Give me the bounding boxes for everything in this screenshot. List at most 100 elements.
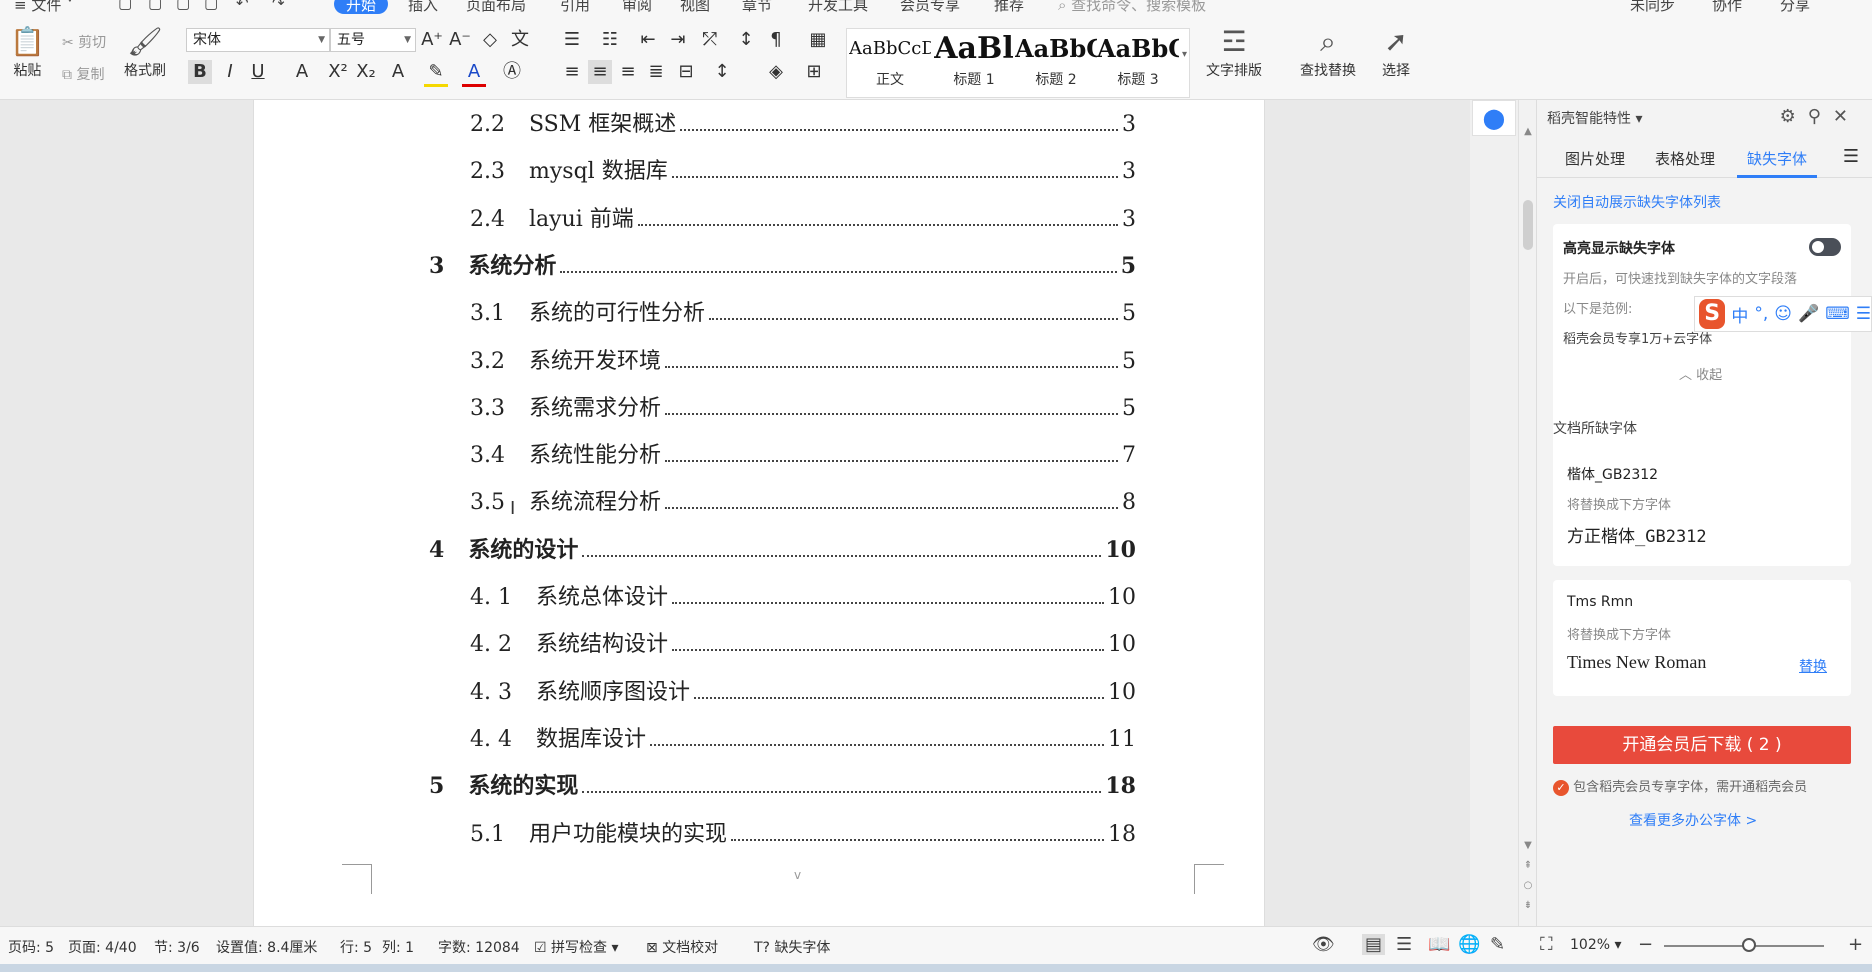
export-pdf-icon[interactable]: ▢	[148, 0, 162, 12]
grow-font-icon[interactable]: A⁺	[420, 28, 444, 52]
tab-references[interactable]: 引用	[560, 0, 590, 14]
scroll-up-icon[interactable]: ▲	[1519, 126, 1537, 137]
style-heading-1[interactable]: AaBl 标题 1	[933, 29, 1015, 89]
font-name-select[interactable]: 宋体 ▼	[186, 28, 330, 52]
bold-icon[interactable]: B	[188, 60, 212, 84]
toc-section-entry[interactable]: 5.1 用户功能模块的实现 18	[470, 816, 1136, 848]
style-normal[interactable]: AaBbCcDd 正文	[849, 29, 931, 89]
toc-section-entry[interactable]: 3.5 系统流程分析 8	[470, 484, 1136, 516]
align-right-icon[interactable]: ≡	[616, 60, 640, 84]
next-page-icon[interactable]: ⇟	[1519, 900, 1537, 911]
save-icon[interactable]: ▢	[118, 0, 132, 12]
line-spacing-icon[interactable]: ↕	[710, 60, 734, 84]
toc-section-entry[interactable]: 3.2 系统开发环境 5	[470, 343, 1136, 375]
zoom-out-icon[interactable]: −	[1638, 934, 1653, 955]
doc-proofread-button[interactable]: ⊠ 文档校对	[646, 937, 718, 957]
increase-indent-icon[interactable]: ⇥	[666, 28, 690, 52]
select-button[interactable]: ➚ 选择	[1382, 24, 1410, 80]
style-gallery-more-icon[interactable]: ▾	[1182, 49, 1187, 60]
menu-icon[interactable]: ☰	[1843, 146, 1859, 167]
font-size-select[interactable]: 五号 ▼	[330, 28, 416, 52]
download-fonts-button[interactable]: 开通会员后下载 ( 2 )	[1553, 726, 1851, 764]
tab-recommend[interactable]: 推荐	[994, 0, 1024, 14]
toc-section-entry[interactable]: 4. 3 系统顺序图设计 10	[470, 674, 1136, 706]
toc-section-entry[interactable]: 4. 1 系统总体设计 10	[470, 579, 1136, 611]
web-view-icon[interactable]: 🌐	[1458, 934, 1480, 955]
gear-icon[interactable]: ⚙	[1780, 106, 1808, 127]
ime-mode[interactable]: 中	[1731, 302, 1748, 327]
copy-button[interactable]: ⧉ 复制	[62, 64, 104, 84]
cut-button[interactable]: ✂ 剪切	[62, 32, 106, 52]
superscript-icon[interactable]: X²	[326, 60, 350, 84]
document-area[interactable]: 2.2 SSM 框架概述 3 2.3 mysql 数据库 3 2.4 layui 前端 3 3 系统…	[0, 100, 1470, 926]
skin-icon[interactable]: ☰	[1856, 304, 1871, 324]
write-view-icon[interactable]: ✎	[1490, 934, 1505, 955]
select-browse-icon[interactable]: ○	[1519, 880, 1537, 891]
format-painter-button[interactable]: 🖌 格式刷	[124, 24, 166, 80]
tab-member[interactable]: 会员专享	[900, 0, 960, 14]
command-search[interactable]: ⌕ 查找命令、搜索模板	[1058, 0, 1206, 14]
status-setting[interactable]: 设置值: 8.4厘米	[216, 937, 317, 957]
paste-button[interactable]: 📋 粘贴	[10, 24, 45, 80]
show-marks-icon[interactable]: ¶	[764, 28, 788, 52]
find-replace-button[interactable]: ⌕ 查找替换	[1300, 24, 1356, 80]
zoom-slider-knob[interactable]	[1742, 938, 1756, 952]
keyboard-icon[interactable]: ⌨	[1825, 304, 1850, 324]
location-pin-icon[interactable]: ⬤	[1472, 100, 1516, 136]
justify-icon[interactable]: ≣	[644, 60, 668, 84]
missing-font-button[interactable]: T? 缺失字体	[754, 937, 830, 957]
status-page[interactable]: 页面: 4/40	[68, 937, 137, 957]
spell-check-button[interactable]: ☑ 拼写检查 ▾	[534, 937, 619, 957]
highlight-icon[interactable]: ✎	[424, 60, 448, 87]
clear-format-icon[interactable]: ◇	[478, 28, 502, 52]
status-section[interactable]: 节: 3/6	[154, 937, 200, 957]
close-icon[interactable]: ✕	[1833, 106, 1860, 127]
toc-section-entry[interactable]: 3.1 系统的可行性分析 5	[470, 295, 1136, 327]
redo-icon[interactable]: ↷	[272, 0, 285, 12]
toc-section-entry[interactable]: 4. 2 系统结构设计 10	[470, 626, 1136, 658]
toc-section-entry[interactable]: 4. 4 数据库设计 11	[470, 721, 1136, 753]
style-heading-3[interactable]: AaBbC 标题 3	[1097, 29, 1179, 89]
align-left-icon[interactable]: ≡	[560, 60, 584, 84]
reading-view-icon[interactable]: 📖	[1428, 934, 1450, 955]
fit-page-icon[interactable]: ⛶	[1540, 934, 1553, 955]
toc-section-entry[interactable]: 3.4 系统性能分析 7	[470, 437, 1136, 469]
table-grid-icon[interactable]: ▦	[806, 28, 830, 52]
toc-section-entry[interactable]: 2.3 mysql 数据库 3	[470, 153, 1136, 185]
toc-chapter-entry[interactable]: 5 系统的实现 18	[429, 768, 1136, 800]
sync-status[interactable]: 未同步	[1630, 0, 1675, 14]
file-menu[interactable]: ≡ 文件 ˅	[14, 0, 74, 14]
bullet-list-icon[interactable]: ☰	[560, 28, 584, 52]
text-effect-icon[interactable]: A	[386, 60, 410, 84]
share-button[interactable]: 分享	[1780, 0, 1810, 14]
collab-button[interactable]: 协作	[1712, 0, 1742, 14]
tab-insert[interactable]: 插入	[408, 0, 438, 14]
pin-icon[interactable]: ⚲	[1808, 106, 1833, 127]
zoom-in-icon[interactable]: +	[1848, 934, 1863, 955]
undo-icon[interactable]: ↶	[236, 0, 249, 12]
print-icon[interactable]: ▢	[176, 0, 190, 12]
page-view-icon[interactable]: ▤	[1362, 934, 1386, 955]
status-col[interactable]: 列: 1	[382, 937, 414, 957]
status-words[interactable]: 字数: 12084	[438, 937, 520, 957]
highlight-toggle[interactable]	[1809, 238, 1841, 256]
subscript-icon[interactable]: X₂	[354, 60, 378, 84]
distribute-icon[interactable]: ⊟	[674, 60, 698, 84]
preview-icon[interactable]: ▢	[204, 0, 218, 12]
toc-section-entry[interactable]: 2.2 SSM 框架概述 3	[470, 106, 1136, 138]
collapse-button[interactable]: ︿ 收起	[1679, 364, 1722, 383]
align-center-icon[interactable]: ≡	[588, 60, 612, 84]
ime-toolbar[interactable]: S 中 °, ☺ 🎤 ⌨ ☰	[1694, 296, 1872, 332]
font-color-icon[interactable]: A	[462, 60, 486, 87]
tab-image-processing[interactable]: 图片处理	[1565, 148, 1625, 169]
toc-section-entry[interactable]: 2.4 layui 前端 3	[470, 201, 1136, 233]
tab-chapter[interactable]: 章节	[742, 0, 772, 14]
numbered-list-icon[interactable]: ☷	[598, 28, 622, 52]
toc-chapter-entry[interactable]: 3 系统分析 5	[429, 248, 1136, 280]
char-border-icon[interactable]: Ⓐ	[500, 60, 524, 84]
strikethrough-icon[interactable]: A	[290, 60, 314, 84]
scroll-down-icon[interactable]: ▼	[1519, 840, 1537, 851]
prev-page-icon[interactable]: ⇞	[1519, 860, 1537, 871]
tab-start[interactable]: 开始	[334, 0, 389, 14]
zoom-level[interactable]: 102% ▾	[1570, 937, 1622, 953]
